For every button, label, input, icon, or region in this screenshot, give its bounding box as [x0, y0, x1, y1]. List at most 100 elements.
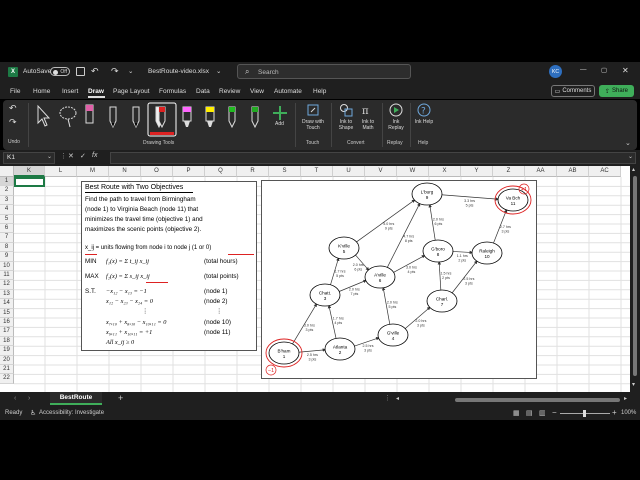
- menu-review[interactable]: Review: [219, 88, 240, 95]
- row-header[interactable]: 20: [0, 355, 14, 365]
- row-header[interactable]: 10: [0, 261, 14, 271]
- column-header[interactable]: K: [14, 166, 45, 177]
- pen-green-2-icon[interactable]: [251, 106, 259, 129]
- share-button[interactable]: ⇪ Share: [599, 85, 634, 97]
- hscroll-left-icon[interactable]: ◂: [396, 395, 399, 402]
- row-header[interactable]: 4: [0, 205, 14, 215]
- customize-qat-icon[interactable]: ⌄: [128, 67, 133, 75]
- formula-input[interactable]: [110, 152, 636, 164]
- row-header[interactable]: 8: [0, 242, 14, 253]
- problem-textbox[interactable]: Best Route with Two Objectives Find the …: [81, 181, 257, 351]
- column-header[interactable]: Y: [461, 166, 493, 177]
- menu-data[interactable]: Data: [196, 88, 210, 95]
- menu-automate[interactable]: Automate: [274, 88, 302, 95]
- comments-button[interactable]: ▭ Comments: [551, 85, 595, 97]
- search-box[interactable]: ⌕ Search: [237, 64, 411, 79]
- row-header[interactable]: 6: [0, 224, 14, 234]
- row-header[interactable]: 14: [0, 299, 14, 309]
- page-layout-view-icon[interactable]: ▤: [526, 409, 533, 417]
- row-header[interactable]: 16: [0, 318, 14, 328]
- menu-insert[interactable]: Insert: [62, 88, 78, 95]
- column-header[interactable]: AB: [557, 166, 589, 177]
- column-header[interactable]: R: [237, 166, 269, 177]
- prev-sheet-icon[interactable]: ‹: [14, 395, 16, 402]
- column-header[interactable]: X: [429, 166, 461, 177]
- row-header[interactable]: 7: [0, 233, 14, 243]
- ink-to-math-button[interactable]: π Ink to Math: [357, 102, 379, 136]
- column-header[interactable]: O: [141, 166, 173, 177]
- column-header[interactable]: M: [77, 166, 109, 177]
- zoom-slider[interactable]: [560, 410, 610, 417]
- select-tool-icon[interactable]: [37, 104, 51, 127]
- save-icon[interactable]: [76, 67, 85, 76]
- column-header[interactable]: W: [397, 166, 429, 177]
- row-header[interactable]: 12: [0, 280, 14, 290]
- row-header[interactable]: 21: [0, 365, 14, 375]
- column-header[interactable]: AA: [525, 166, 557, 177]
- row-header[interactable]: 9: [0, 252, 14, 262]
- draw-with-touch-button[interactable]: Draw with Touch: [298, 102, 328, 136]
- column-header[interactable]: T: [301, 166, 333, 177]
- menu-draw[interactable]: Draw: [88, 88, 104, 95]
- row-header[interactable]: 15: [0, 308, 14, 318]
- menu-help[interactable]: Help: [313, 88, 326, 95]
- formula-expand-icon[interactable]: ⌄: [628, 153, 633, 160]
- minimize-icon[interactable]: —: [580, 66, 587, 73]
- zoom-slider-thumb[interactable]: [583, 410, 586, 417]
- scroll-thumb[interactable]: [633, 176, 637, 376]
- row-header[interactable]: 22: [0, 374, 14, 384]
- row-header[interactable]: 3: [0, 195, 14, 206]
- menu-file[interactable]: File: [10, 88, 20, 95]
- menu-view[interactable]: View: [250, 88, 264, 95]
- ink-help-button[interactable]: ? Ink Help: [413, 102, 435, 136]
- insert-function-icon[interactable]: fx: [92, 152, 97, 159]
- undo-icon[interactable]: ↶: [91, 66, 99, 77]
- select-all-corner[interactable]: [0, 166, 14, 177]
- normal-view-icon[interactable]: ▦: [513, 409, 520, 417]
- horizontal-scrollbar[interactable]: [455, 398, 620, 402]
- sheetbar-more-icon[interactable]: ⋮: [384, 394, 391, 402]
- column-header[interactable]: P: [173, 166, 205, 177]
- ink-replay-button[interactable]: Ink Replay: [385, 102, 407, 136]
- add-pen-icon[interactable]: [273, 106, 287, 120]
- pen-red-icon[interactable]: [147, 102, 177, 137]
- sheet-tab-bestroute[interactable]: BestRoute: [50, 392, 102, 405]
- vertical-scrollbar[interactable]: ▴ ▾: [630, 166, 640, 392]
- redo-ribbon-icon[interactable]: ↷: [9, 117, 17, 128]
- active-cell[interactable]: [14, 177, 45, 187]
- add-sheet-button[interactable]: +: [118, 393, 123, 403]
- zoom-level[interactable]: 100%: [621, 410, 636, 416]
- ink-to-shape-button[interactable]: Ink to Shape: [334, 102, 358, 136]
- row-header[interactable]: 5: [0, 214, 14, 224]
- scroll-up-icon[interactable]: ▴: [632, 166, 635, 173]
- avatar[interactable]: KC: [549, 65, 562, 78]
- highlighter-yellow-icon[interactable]: [205, 106, 215, 127]
- pen-green-icon[interactable]: [228, 106, 236, 129]
- add-pen-label[interactable]: Add: [275, 121, 284, 127]
- column-header[interactable]: V: [365, 166, 397, 177]
- zoom-out-icon[interactable]: −: [552, 408, 557, 417]
- network-diagram[interactable]: 2.5 hrs 3 pts 3.0 hrs 3 pts 1.7 hrs 4 pts 2.5 …: [261, 180, 537, 379]
- row-header[interactable]: 11: [0, 271, 14, 281]
- menu-formulas[interactable]: Formulas: [159, 88, 186, 95]
- lasso-select-icon[interactable]: [59, 106, 77, 128]
- row-header[interactable]: 1: [0, 177, 14, 187]
- scroll-down-icon[interactable]: ▾: [632, 381, 635, 388]
- redo-icon[interactable]: ↷: [111, 66, 119, 77]
- eraser-icon[interactable]: [85, 104, 94, 124]
- accessibility-status[interactable]: Accessibility: Investigate: [39, 410, 104, 416]
- row-header[interactable]: 19: [0, 346, 14, 356]
- column-header[interactable]: U: [333, 166, 365, 177]
- row-header[interactable]: 18: [0, 336, 14, 347]
- undo-ribbon-icon[interactable]: ↶: [9, 103, 17, 114]
- ribbon-collapse-icon[interactable]: ⌄: [625, 139, 631, 147]
- namebox-chevron-icon[interactable]: ⌄: [47, 153, 52, 160]
- close-icon[interactable]: ✕: [622, 66, 629, 75]
- column-header[interactable]: AC: [589, 166, 621, 177]
- page-break-view-icon[interactable]: ▥: [539, 409, 546, 417]
- row-header[interactable]: 13: [0, 289, 14, 300]
- spreadsheet-grid[interactable]: K L M N O P Q R S T U V W X Y Z AA AB AC 1 2 3 4 5 6 7 8 9 10 11 12 13…: [0, 166, 630, 392]
- highlighter-pink-icon[interactable]: [182, 106, 192, 127]
- row-header[interactable]: 2: [0, 186, 14, 196]
- zoom-in-icon[interactable]: +: [612, 408, 617, 417]
